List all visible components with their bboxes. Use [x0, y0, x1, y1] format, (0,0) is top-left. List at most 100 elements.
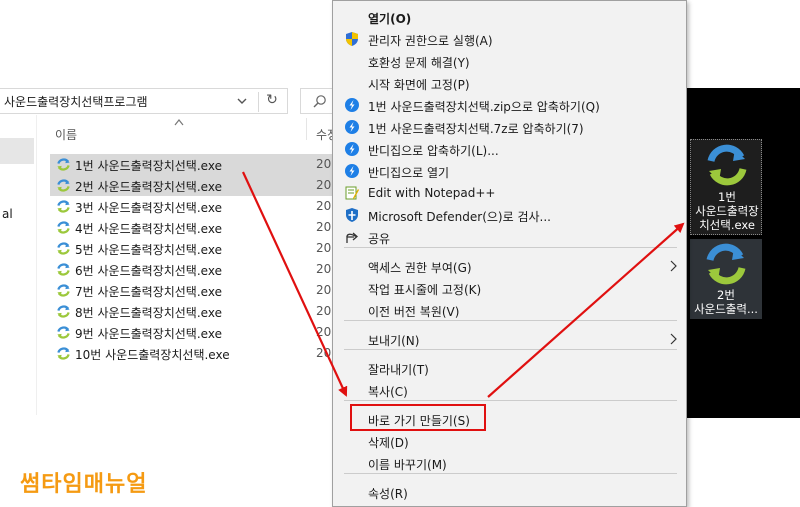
file-date: 20 [316, 178, 332, 192]
desktop-shortcut-1[interactable]: 1번 사운드출력장 치선택.exe [690, 139, 762, 235]
menu-item[interactable]: 열기(O) [333, 6, 686, 28]
file-name: 5번 사운드출력장치선택.exe [75, 243, 222, 257]
nav-pane-selected-item[interactable] [0, 138, 34, 164]
desktop-shortcut-2[interactable]: 2번 사운드출력... [690, 239, 762, 319]
file-name: 6번 사운드출력장치선택.exe [75, 264, 222, 278]
file-row[interactable]: 6번 사운드출력장치선택.exe 20 [50, 259, 336, 280]
file-date: 20 [316, 283, 332, 297]
menu-separator [344, 247, 677, 248]
column-divider[interactable] [306, 118, 307, 140]
file-date: 20 [316, 304, 332, 318]
menu-item-label: 호환성 문제 해결(Y) [368, 56, 470, 70]
menu-item[interactable]: 이전 버전 복원(V) [333, 299, 686, 321]
menu-item-label: Microsoft Defender(으)로 검사... [368, 210, 551, 224]
exe-refresh-icon [57, 221, 70, 234]
menu-item-label: 1번 사운드출력장치선택.zip으로 압축하기(Q) [368, 100, 600, 114]
file-row[interactable]: 10번 사운드출력장치선택.exe 20 [50, 343, 336, 364]
menu-item-label: 액세스 권한 부여(G) [368, 261, 472, 275]
file-date: 20 [316, 241, 332, 255]
file-name: 4번 사운드출력장치선택.exe [75, 222, 222, 236]
bandizip-icon [345, 164, 359, 178]
menu-separator [344, 320, 677, 321]
exe-refresh-icon [57, 347, 70, 360]
menu-item-label: 열기(O) [368, 12, 412, 26]
menu-item[interactable]: 호환성 문제 해결(Y) [333, 50, 686, 72]
file-row[interactable]: 2번 사운드출력장치선택.exe 20 [50, 175, 336, 196]
file-row[interactable]: 5번 사운드출력장치선택.exe 20 [50, 238, 336, 259]
file-row[interactable]: 1번 사운드출력장치선택.exe 20 [50, 154, 336, 175]
chevron-down-icon[interactable] [236, 95, 248, 107]
nav-pane-item[interactable]: al [2, 207, 13, 221]
submenu-arrow-icon [670, 260, 677, 272]
exe-refresh-icon [707, 144, 747, 186]
menu-item[interactable]: 액세스 권한 부여(G) [333, 255, 686, 277]
menu-item[interactable]: 복사(C) [333, 379, 686, 401]
menu-separator [344, 349, 677, 350]
menu-item[interactable]: 시작 화면에 고정(P) [333, 72, 686, 94]
file-name: 1번 사운드출력장치선택.exe [75, 159, 222, 173]
menu-item[interactable]: 이름 바꾸기(M) [333, 452, 686, 474]
file-date: 20 [316, 220, 332, 234]
share-icon [346, 232, 358, 243]
menu-item-label: 1번 사운드출력장치선택.7z로 압축하기(7) [368, 122, 584, 136]
menu-item-label: 작업 표시줄에 고정(K) [368, 283, 482, 297]
desktop-shortcut-1-label-line2: 사운드출력장 [695, 204, 759, 218]
menu-item[interactable]: 작업 표시줄에 고정(K) [333, 277, 686, 299]
menu-item[interactable]: 잘라내기(T) [333, 357, 686, 379]
menu-item[interactable]: 보내기(N) [333, 328, 686, 350]
menu-item-label: 관리자 권한으로 실행(A) [368, 34, 493, 48]
exe-refresh-icon [706, 243, 746, 285]
file-row[interactable]: 4번 사운드출력장치선택.exe 20 [50, 217, 336, 238]
bandizip-icon [345, 142, 359, 156]
exe-refresh-icon [57, 200, 70, 213]
menu-item[interactable]: Edit with Notepad++ [333, 182, 686, 204]
menu-separator [344, 473, 677, 474]
search-icon [313, 95, 326, 108]
exe-refresh-icon [57, 242, 70, 255]
uac-shield-icon [346, 32, 358, 46]
file-row[interactable]: 3번 사운드출력장치선택.exe 20 [50, 196, 336, 217]
file-name: 7번 사운드출력장치선택.exe [75, 285, 222, 299]
file-name: 8번 사운드출력장치선택.exe [75, 306, 222, 320]
file-date: 20 [316, 325, 332, 339]
exe-refresh-icon [57, 158, 70, 171]
address-bar[interactable]: 사운드출력장치선택프로그램 ↻ [0, 88, 288, 114]
address-text: 사운드출력장치선택프로그램 [4, 95, 148, 109]
exe-refresh-icon [57, 284, 70, 297]
brand-watermark: 썸타임매뉴얼 [20, 472, 148, 497]
menu-item[interactable]: 1번 사운드출력장치선택.7z로 압축하기(7) [333, 116, 686, 138]
menu-item-label: 복사(C) [368, 385, 408, 399]
file-row[interactable]: 9번 사운드출력장치선택.exe 20 [50, 322, 336, 343]
menu-item[interactable]: Microsoft Defender(으)로 검사... [333, 204, 686, 226]
menu-item[interactable]: 반디집으로 압축하기(L)... [333, 138, 686, 160]
file-row[interactable]: 8번 사운드출력장치선택.exe 20 [50, 301, 336, 322]
exe-refresh-icon [57, 305, 70, 318]
menu-item-label: 시작 화면에 고정(P) [368, 78, 470, 92]
file-name: 9번 사운드출력장치선택.exe [75, 327, 222, 341]
file-date: 20 [316, 262, 332, 276]
defender-icon [346, 208, 358, 222]
exe-refresh-icon [57, 326, 70, 339]
file-name: 3번 사운드출력장치선택.exe [75, 201, 222, 215]
highlight-box [350, 404, 486, 431]
menu-item[interactable]: 삭제(D) [333, 430, 686, 452]
file-date: 20 [316, 346, 332, 360]
bandizip-icon [345, 98, 359, 112]
menu-item-label: 속성(R) [368, 487, 408, 501]
refresh-icon[interactable]: ↻ [258, 92, 285, 112]
file-date: 20 [316, 157, 332, 171]
menu-item[interactable]: 공유 [333, 226, 686, 248]
menu-item-label: 잘라내기(T) [368, 363, 429, 377]
menu-item[interactable]: 속성(R) [333, 481, 686, 503]
desktop-shortcut-1-label-line3: 치선택.exe [699, 218, 755, 232]
column-header-name[interactable]: 이름 [55, 126, 77, 143]
menu-item-label: 공유 [368, 232, 391, 246]
pane-divider [36, 115, 37, 415]
menu-item[interactable]: 반디집으로 열기 [333, 160, 686, 182]
menu-item[interactable]: 관리자 권한으로 실행(A) [333, 28, 686, 50]
menu-item[interactable]: 1번 사운드출력장치선택.zip으로 압축하기(Q) [333, 94, 686, 116]
menu-item-label: 삭제(D) [368, 436, 409, 450]
file-date: 20 [316, 199, 332, 213]
desktop-shortcut-1-label-line1: 1번 [718, 190, 736, 204]
file-row[interactable]: 7번 사운드출력장치선택.exe 20 [50, 280, 336, 301]
